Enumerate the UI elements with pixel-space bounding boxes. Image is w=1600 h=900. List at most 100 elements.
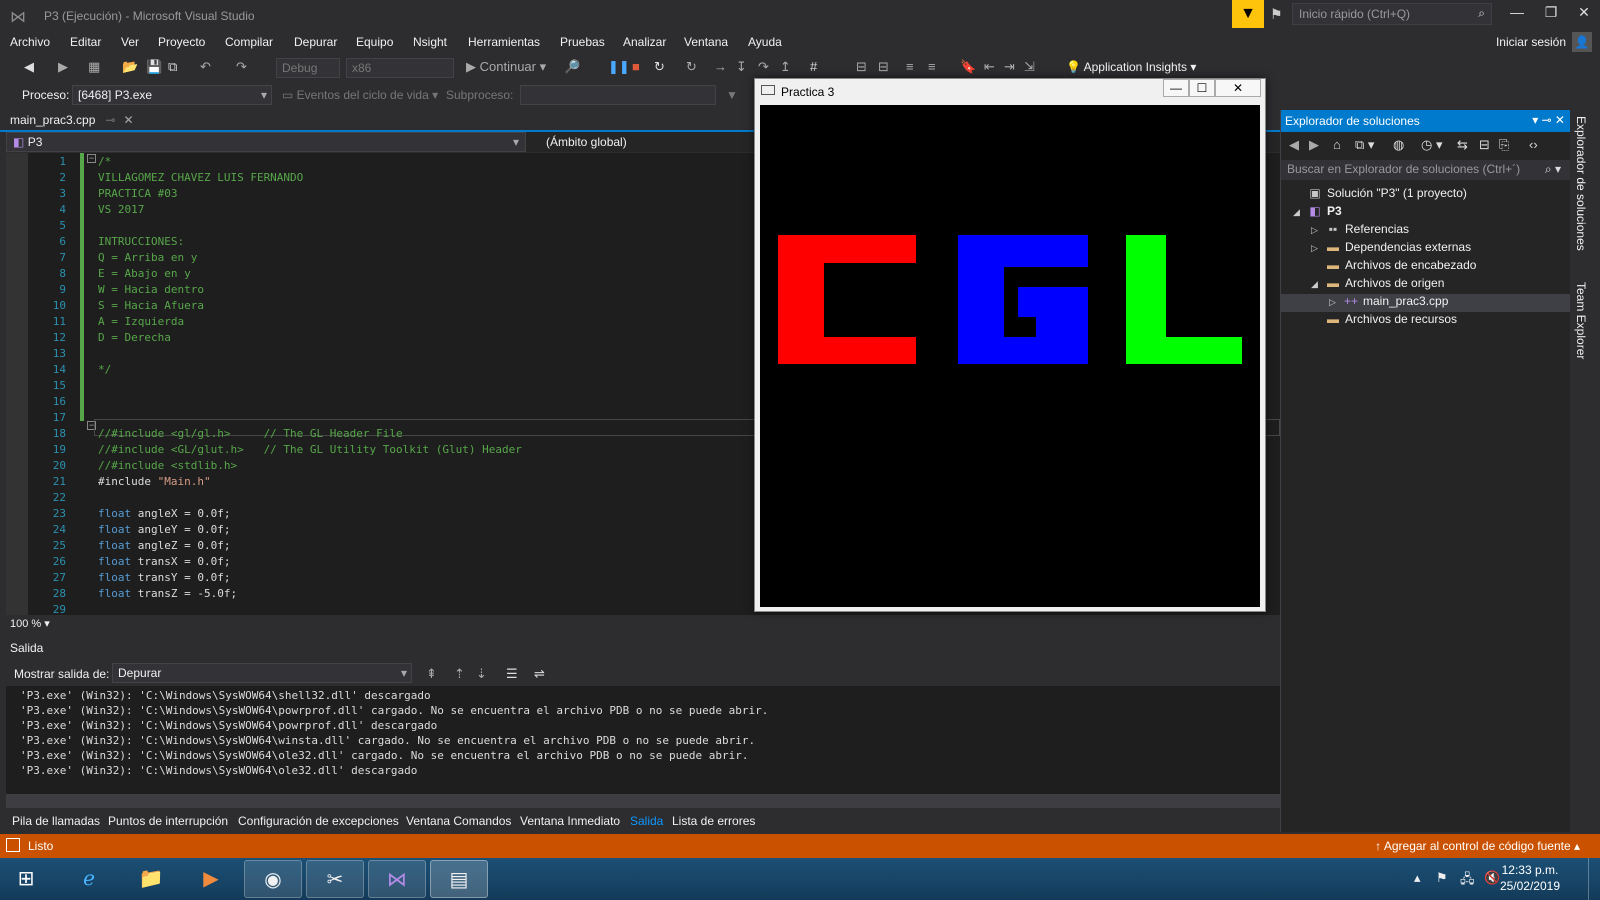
view-code-icon[interactable]: ‹› <box>1529 137 1538 152</box>
output-text[interactable]: 'P3.exe' (Win32): 'C:\Windows\SysWOW64\s… <box>6 686 1280 794</box>
process-select[interactable]: [6468] P3.exe ▾ <box>72 85 272 105</box>
uncomment-icon[interactable]: ⊟ <box>878 59 889 75</box>
code-line[interactable]: D = Derecha <box>98 330 171 346</box>
restart-icon[interactable]: ↻ <box>654 59 665 75</box>
close-button[interactable]: ✕ <box>1572 4 1596 24</box>
bottom-tab[interactable]: Pila de llamadas <box>12 814 100 828</box>
menu-pruebas[interactable]: Pruebas <box>560 35 605 49</box>
platform-select[interactable]: x86 <box>346 58 454 78</box>
new-project-icon[interactable]: ▦ <box>88 59 100 75</box>
next-message-icon[interactable]: ⇣ <box>476 666 487 682</box>
code-line[interactable]: INTRUCCIONES: <box>98 234 184 250</box>
code-line[interactable]: S = Hacia Afuera <box>98 298 204 314</box>
code-line[interactable]: float angleX = 0.0f; <box>98 506 230 522</box>
tab-main-prac3-cpp[interactable]: main_prac3.cpp ⊸ ✕ <box>6 110 138 130</box>
find-message-icon[interactable]: ⇞ <box>426 666 437 682</box>
collapse-all-icon[interactable]: ⊟ <box>1479 137 1490 153</box>
gl-minimize-button[interactable]: — <box>1163 79 1189 97</box>
history-icon[interactable]: ◷ ▾ <box>1421 137 1442 153</box>
comment-icon[interactable]: ⊟ <box>856 59 867 75</box>
menu-nsight[interactable]: Nsight <box>413 35 447 49</box>
code-line[interactable]: float angleZ = 0.0f; <box>98 538 230 554</box>
code-line[interactable]: float transY = 0.0f; <box>98 570 230 586</box>
code-line[interactable]: W = Hacia dentro <box>98 282 204 298</box>
hex-display-icon[interactable]: # <box>810 59 817 74</box>
pin-icon[interactable]: ⊸ <box>105 113 115 127</box>
code-line[interactable]: #include "Main.h" <box>98 474 211 490</box>
sign-in-link[interactable]: Iniciar sesión <box>1496 35 1566 49</box>
clock[interactable]: 12:33 p.m. 25/02/2019 <box>1500 862 1560 894</box>
menu-ventana[interactable]: Ventana <box>684 35 728 49</box>
back-icon[interactable]: ◀ <box>24 59 34 75</box>
code-line[interactable]: //#include <stdlib.h> <box>98 458 237 474</box>
menu-depurar[interactable]: Depurar <box>294 35 337 49</box>
tree-node[interactable]: ▬ Archivos de recursos <box>1311 310 1457 328</box>
add-to-source-control-button[interactable]: ↑ Agregar al control de código fuente ▴ <box>1375 839 1580 853</box>
horizontal-scrollbar[interactable] <box>6 794 1280 808</box>
code-line[interactable]: float transZ = -5.0f; <box>98 586 237 602</box>
tree-node[interactable]: ▷ ▬ Dependencias externas <box>1311 238 1471 256</box>
restore-button[interactable]: ❐ <box>1539 4 1563 24</box>
snipping-tool-icon[interactable]: ✂ <box>306 860 364 898</box>
save-icon[interactable]: 💾 <box>146 59 162 75</box>
console-window-icon[interactable]: ▤ <box>430 860 488 898</box>
sync-icon[interactable]: ⇆ <box>1457 137 1468 153</box>
gl-app-window[interactable]: Practica 3 — ☐ ✕ <box>754 78 1266 612</box>
bottom-tab[interactable]: Lista de errores <box>672 814 755 828</box>
quick-launch-input[interactable]: Inicio rápido (Ctrl+Q) ⌕ <box>1292 3 1492 25</box>
expand-arrow-icon[interactable]: ◢ <box>1311 275 1325 293</box>
expand-arrow-icon[interactable]: ▷ <box>1329 293 1343 311</box>
expand-arrow-icon[interactable]: ▷ <box>1311 239 1325 257</box>
code-line[interactable]: VILLAGOMEZ CHAVEZ LUIS FERNANDO <box>98 170 303 186</box>
show-all-files-icon[interactable]: ⎘ <box>1499 137 1509 153</box>
menu-ver[interactable]: Ver <box>121 35 139 49</box>
side-tab-solution-explorer[interactable]: Explorador de soluciones <box>1574 116 1588 251</box>
code-line[interactable]: PRACTICA #03 <box>98 186 177 202</box>
code-line[interactable]: float angleY = 0.0f; <box>98 522 230 538</box>
pending-changes-icon[interactable]: ◍ <box>1393 137 1404 153</box>
visual-studio-icon[interactable]: ⋈ <box>368 860 426 898</box>
code-line[interactable]: A = Izquierda <box>98 314 184 330</box>
expand-arrow-icon[interactable]: ◢ <box>1293 203 1307 221</box>
bottom-tab[interactable]: Configuración de excepciones <box>238 814 399 828</box>
internet-explorer-icon[interactable]: ℯ <box>60 860 118 898</box>
prev-message-icon[interactable]: ⇡ <box>454 666 465 682</box>
menu-equipo[interactable]: Equipo <box>356 35 393 49</box>
minimize-button[interactable]: — <box>1505 4 1529 24</box>
indicator-margin[interactable] <box>6 153 28 615</box>
code-line[interactable]: Q = Arriba en y <box>98 250 197 266</box>
code-line[interactable]: /* <box>98 154 111 170</box>
bottom-tab[interactable]: Ventana Inmediato <box>520 814 620 828</box>
application-insights-button[interactable]: 💡 Application Insights ▾ <box>1066 60 1196 74</box>
bottom-tab[interactable]: Salida <box>630 814 663 828</box>
volume-muted-icon[interactable]: 🔇 <box>1484 870 1500 886</box>
gl-window-title-bar[interactable]: Practica 3 — ☐ ✕ <box>755 79 1265 103</box>
save-all-icon[interactable]: ⧉ <box>168 59 177 75</box>
tree-node[interactable]: ▬ Archivos de encabezado <box>1311 256 1476 274</box>
menu-archivo[interactable]: Archivo <box>10 35 50 49</box>
tree-node[interactable]: ◢ ▬ Archivos de origen <box>1311 274 1444 292</box>
redo-icon[interactable]: ↷ <box>236 59 247 75</box>
code-line[interactable]: float transX = 0.0f; <box>98 554 230 570</box>
close-tab-icon[interactable]: ✕ <box>123 113 133 127</box>
forward-icon[interactable]: ▶ <box>58 59 68 75</box>
file-explorer-icon[interactable]: 📁 <box>122 860 180 898</box>
open-file-icon[interactable]: 📂 <box>122 59 138 75</box>
zoom-level[interactable]: 100 % ▾ <box>10 617 50 630</box>
fold-toggle-icon[interactable]: − <box>87 154 96 163</box>
next-bookmark-icon[interactable]: ⇥ <box>1004 59 1015 75</box>
step-over-icon[interactable]: ↧ <box>736 59 747 75</box>
pause-icon[interactable]: ❚❚ <box>608 59 630 75</box>
show-hidden-icons-icon[interactable]: ▴ <box>1414 870 1421 886</box>
panel-window-controls[interactable]: ▾ ⊸ ✕ <box>1532 113 1565 127</box>
scope-dropdown[interactable]: (Ámbito global) <box>546 135 627 149</box>
menu-herramientas[interactable]: Herramientas <box>468 35 540 49</box>
user-icon[interactable]: 👤 <box>1572 32 1592 52</box>
menu-analizar[interactable]: Analizar <box>623 35 666 49</box>
filter-threads-icon[interactable]: ▼ <box>726 88 738 102</box>
bottom-tab[interactable]: Ventana Comandos <box>406 814 511 828</box>
step-into-icon[interactable]: → <box>714 59 727 74</box>
thread-select[interactable] <box>520 85 716 105</box>
tree-node[interactable]: ▷ ++ main_prac3.cpp <box>1329 292 1448 310</box>
project-dropdown[interactable]: ◧ P3 ▾ <box>6 132 526 152</box>
